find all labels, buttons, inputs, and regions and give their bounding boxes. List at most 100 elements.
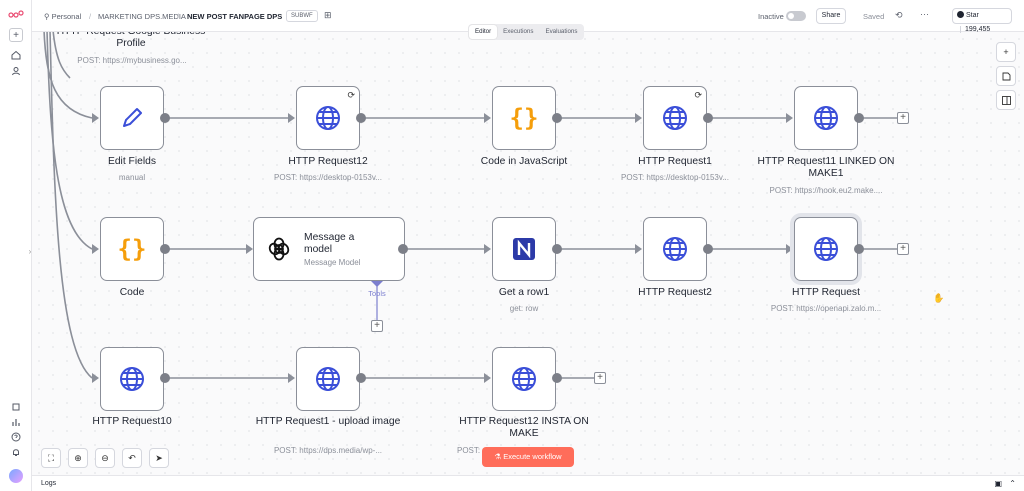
workflow-tag[interactable]: SUBWF xyxy=(286,10,318,22)
node-title: Get a row1 xyxy=(498,287,550,298)
notion-icon xyxy=(513,238,535,260)
breadcrumb-owner[interactable]: ⚲ Personal xyxy=(44,12,81,21)
node-title: HTTP Request2 xyxy=(638,287,712,298)
breadcrumb-separator: / xyxy=(89,12,92,21)
logs-popout-icon[interactable]: ▣ xyxy=(994,476,1002,491)
output-handle[interactable] xyxy=(854,113,864,123)
undo-button[interactable]: ↶ xyxy=(122,448,142,468)
workflow-name[interactable]: NEW POST FANPAGE DPS xyxy=(187,12,282,21)
globe-icon xyxy=(316,367,340,391)
logs-bar[interactable]: Logs ▣ ⌃ xyxy=(32,475,1024,491)
note-icon xyxy=(1002,72,1010,80)
tab-executions[interactable]: Executions xyxy=(497,25,539,39)
fit-view-button[interactable]: ⛶ xyxy=(41,448,61,468)
insights-icon[interactable] xyxy=(9,415,23,429)
node-http-request12-insta[interactable] xyxy=(492,347,556,411)
execute-workflow-button[interactable]: ⚗ Execute workflow xyxy=(482,447,574,467)
tools-port-label: Tools xyxy=(368,289,386,298)
tidy-up-button[interactable]: ➤ xyxy=(149,448,169,468)
breadcrumb-folder[interactable]: MARKETING DPS.MEDIA xyxy=(98,12,186,21)
history-icon[interactable]: ⟲ xyxy=(895,10,903,21)
node-title: HTTP Request xyxy=(792,287,860,298)
node-http-request2[interactable] xyxy=(643,217,707,281)
status-label: Inactive xyxy=(758,12,784,21)
node-code-in-javascript[interactable]: {} xyxy=(492,86,556,150)
logs-expand-icon[interactable]: ⌃ xyxy=(1009,476,1016,491)
node-title: Message a model xyxy=(304,231,355,255)
output-handle[interactable] xyxy=(160,113,170,123)
zoom-in-button[interactable]: ⊕ xyxy=(68,448,88,468)
node-subtitle: POST: https://desktop-0153v... xyxy=(274,173,382,182)
notifications-icon[interactable] xyxy=(9,445,23,459)
output-handle[interactable] xyxy=(854,244,864,254)
pencil-icon xyxy=(123,108,142,127)
more-menu-icon[interactable]: ··· xyxy=(920,9,929,19)
add-node-button[interactable]: + xyxy=(897,112,909,124)
globe-icon xyxy=(814,237,838,261)
cursor-icon: ➤ xyxy=(155,452,163,463)
globe-icon xyxy=(814,106,838,130)
collapse-chevron-icon[interactable]: › xyxy=(26,244,34,258)
github-star-button[interactable]: Star 199,455 xyxy=(952,8,1012,33)
tab-editor[interactable]: Editor xyxy=(469,25,498,39)
node-title: HTTP Request11 LINKED ON MAKE1 xyxy=(757,156,895,179)
templates-icon[interactable] xyxy=(9,400,23,414)
node-http-request10[interactable] xyxy=(100,347,164,411)
output-handle[interactable] xyxy=(552,373,562,383)
add-node-panel-button[interactable]: + xyxy=(996,42,1016,62)
node-title: Code xyxy=(119,287,145,298)
globe-icon xyxy=(663,237,687,261)
output-handle[interactable] xyxy=(160,244,170,254)
openai-icon xyxy=(268,237,290,261)
n8n-logo-icon[interactable] xyxy=(8,8,24,22)
undo-icon: ↶ xyxy=(128,452,136,463)
output-handle[interactable] xyxy=(356,373,366,383)
node-get-a-row1[interactable] xyxy=(492,217,556,281)
node-subtitle: get: row xyxy=(509,304,539,313)
output-handle[interactable] xyxy=(703,113,713,123)
avatar[interactable] xyxy=(9,469,23,483)
node-http-request1-upload-image[interactable] xyxy=(296,347,360,411)
node-title: HTTP Request1 xyxy=(638,156,712,167)
user-icon[interactable] xyxy=(9,64,23,78)
side-panel-button[interactable] xyxy=(996,90,1016,110)
panel-icon xyxy=(1001,95,1011,105)
add-tool-button[interactable]: + xyxy=(371,320,383,332)
add-tag-icon[interactable]: ⊞ xyxy=(324,10,332,21)
tab-evaluations[interactable]: Evaluations xyxy=(539,25,583,39)
add-node-button[interactable]: + xyxy=(897,243,909,255)
add-node-button[interactable]: + xyxy=(594,372,606,384)
active-toggle[interactable] xyxy=(786,11,806,21)
help-icon[interactable] xyxy=(9,430,23,444)
globe-icon xyxy=(120,367,144,391)
node-http-request11[interactable] xyxy=(794,86,858,150)
node-http-request[interactable] xyxy=(794,217,858,281)
output-handle[interactable] xyxy=(703,244,713,254)
output-handle[interactable] xyxy=(356,113,366,123)
home-icon[interactable] xyxy=(9,48,23,62)
node-message-a-model[interactable]: Message a model Message Model xyxy=(253,217,405,281)
node-title: Code in JavaScript xyxy=(480,156,568,167)
share-button[interactable]: Share xyxy=(816,8,846,24)
add-icon[interactable]: + xyxy=(9,28,23,42)
fit-view-icon: ⛶ xyxy=(47,452,55,463)
github-icon xyxy=(957,11,964,18)
node-http-request1[interactable]: ⟳ xyxy=(643,86,707,150)
sticky-note-button[interactable] xyxy=(996,66,1016,86)
breadcrumb-separator: / xyxy=(177,12,180,21)
output-handle[interactable] xyxy=(552,244,562,254)
output-handle[interactable] xyxy=(160,373,170,383)
globe-icon xyxy=(316,106,340,130)
globe-icon xyxy=(663,106,687,130)
node-title: HTTP Request12 INSTA ON MAKE xyxy=(459,416,589,439)
hand-cursor-icon: ✋ xyxy=(933,293,945,303)
node-subtitle: POST: https://hook.eu2.make.... xyxy=(769,186,883,195)
output-handle[interactable] xyxy=(552,113,562,123)
output-handle[interactable] xyxy=(398,244,408,254)
node-code[interactable]: {} xyxy=(100,217,164,281)
zoom-out-button[interactable]: ⊖ xyxy=(95,448,115,468)
node-http-request12[interactable]: ⟳ xyxy=(296,86,360,150)
flask-icon: ⚗ xyxy=(494,452,504,461)
zoom-out-icon: ⊖ xyxy=(101,452,109,463)
node-edit-fields[interactable] xyxy=(100,86,164,150)
